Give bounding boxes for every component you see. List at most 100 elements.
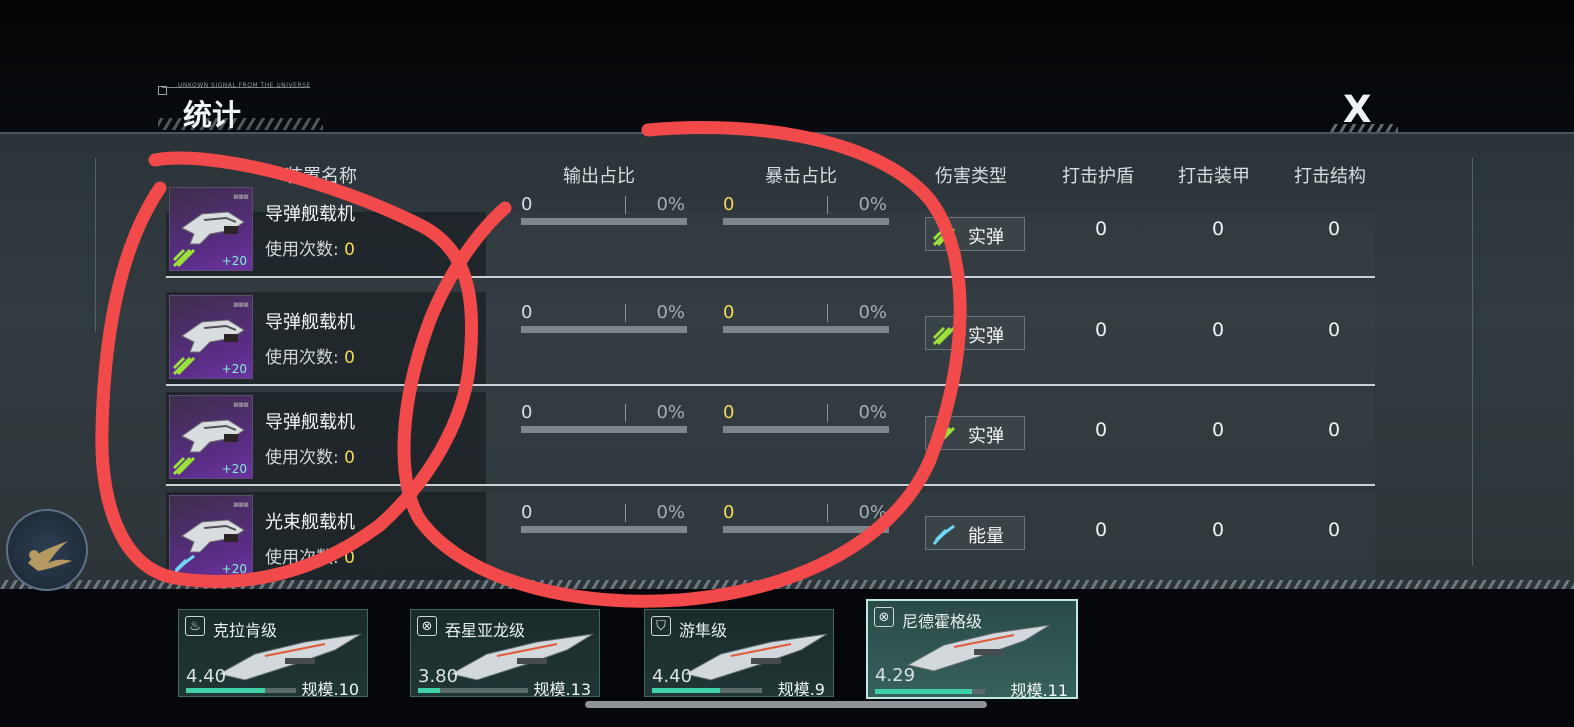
row-divider	[166, 484, 1375, 486]
col-header-damage-type: 伤害类型	[935, 166, 1007, 187]
title-deco-text: UNKOWN SIGNAL FROM THE UNIVERSE	[178, 82, 311, 89]
col-header-device-name: 装置名称	[285, 166, 357, 187]
uses-label: 使用次数:	[265, 548, 339, 568]
ship-power-bar-fill	[186, 688, 266, 693]
ship-image	[904, 615, 1054, 675]
device-name: 导弹舰载机	[265, 412, 355, 433]
output-bar	[521, 526, 687, 533]
panel-bottom-stripe	[0, 580, 1574, 589]
uses-label: 使用次数:	[265, 240, 339, 260]
uses-count: 0	[344, 448, 355, 468]
crit-value: 0	[723, 194, 735, 215]
hit-shield-value: 0	[1094, 519, 1108, 541]
device-name: 光束舰载机	[265, 512, 355, 533]
ship-power-bar	[652, 688, 762, 693]
kinetic-icon	[172, 352, 196, 376]
output-percent: 0%	[656, 502, 685, 523]
uses-count: 0	[344, 240, 355, 260]
fleet-ship-card[interactable]: ⊗ 吞星亚龙级 3.80 规模.13	[410, 609, 600, 697]
upgrade-level: +20	[221, 562, 247, 576]
fleet-ship-card[interactable]: ♨ 克拉肯级 4.40 规模.10	[178, 609, 368, 697]
stat-separator	[625, 504, 626, 522]
kinetic-icon	[932, 422, 956, 446]
output-percent: 0%	[656, 302, 685, 323]
stat-separator	[625, 304, 626, 322]
output-value: 0	[521, 402, 533, 423]
ship-scale: 规模.13	[533, 680, 591, 697]
table-row[interactable]: ▪▪▪ +20 导弹舰载机 使用次数: 0 0 0% 0 0% 实弹 0 0 0	[166, 392, 1375, 486]
fighter-ship-icon	[180, 508, 246, 558]
device-uses: 使用次数: 0	[265, 343, 355, 368]
kinetic-icon	[172, 244, 196, 268]
fighter-ship-icon	[180, 408, 246, 458]
fleet-ship-card[interactable]: ⛉ 游隼级 4.40 规模.9	[644, 609, 834, 697]
uses-count: 0	[344, 548, 355, 568]
stat-separator	[827, 304, 828, 322]
col-header-hit-armor: 打击装甲	[1178, 166, 1250, 187]
ship-power-bar	[418, 688, 528, 693]
close-button[interactable]: X	[1330, 88, 1398, 134]
crit-percent: 0%	[858, 502, 887, 523]
upgrade-level: +20	[221, 462, 247, 476]
crit-bar	[723, 526, 889, 533]
table-row[interactable]: ▪▪▪ +20 导弹舰载机 使用次数: 0 0 0% 0 0% 实弹 0 0 0	[166, 292, 1375, 386]
fighter-ship-icon	[180, 308, 246, 358]
hit-armor-value: 0	[1211, 519, 1225, 541]
cruiser-icon: ♨	[185, 616, 205, 636]
col-header-crit-ratio: 暴击占比	[765, 166, 837, 187]
fleet-ship-card[interactable]: ⊗ 尼德霍格级 4.29 规模.11	[866, 599, 1078, 699]
upgrade-level: +20	[221, 362, 247, 376]
energy-icon	[172, 552, 195, 576]
uses-count: 0	[344, 348, 355, 368]
crit-ratio-stat: 0 0%	[723, 402, 889, 438]
crit-value: 0	[723, 502, 735, 523]
device-uses: 使用次数: 0	[265, 443, 355, 468]
upgrade-level: +20	[221, 254, 247, 268]
home-indicator	[585, 701, 987, 708]
crit-value: 0	[723, 302, 735, 323]
panel-frame-left	[95, 158, 96, 333]
ship-power-bar	[875, 689, 985, 694]
damage-type-label: 实弹	[968, 426, 1004, 447]
faction-emblem-button[interactable]	[6, 509, 88, 591]
output-ratio-stat: 0 0%	[521, 194, 687, 230]
device-icon-card[interactable]: ▪▪▪ +20	[169, 295, 253, 379]
ship-power-bar	[186, 688, 296, 693]
device-icon-card[interactable]: ▪▪▪ +20	[169, 187, 253, 271]
output-value: 0	[521, 194, 533, 215]
table-row[interactable]: ▪▪▪ +20 导弹舰载机 使用次数: 0 0 0% 0 0% 实弹 0 0 0	[166, 187, 1375, 278]
stat-separator	[827, 504, 828, 522]
uses-label: 使用次数:	[265, 448, 339, 468]
crit-percent: 0%	[858, 302, 887, 323]
carrier-icon: ⊗	[417, 616, 437, 636]
damage-type-badge[interactable]: 实弹	[925, 416, 1025, 450]
device-uses: 使用次数: 0	[265, 235, 355, 260]
output-percent: 0%	[656, 402, 685, 423]
output-value: 0	[521, 302, 533, 323]
damage-type-badge[interactable]: 实弹	[925, 316, 1025, 350]
close-deco-stripe	[1330, 124, 1398, 132]
damage-type-badge[interactable]: 能量	[925, 516, 1025, 550]
hit-structure-value: 0	[1327, 319, 1341, 341]
stat-separator	[827, 404, 828, 422]
crit-ratio-stat: 0 0%	[723, 502, 889, 538]
col-header-output-ratio: 输出占比	[563, 166, 635, 187]
carrier-icon: ⊗	[874, 607, 894, 627]
energy-icon	[932, 522, 956, 546]
row-divider	[166, 384, 1375, 386]
ship-power: 4.40	[652, 666, 693, 687]
crit-bar	[723, 218, 889, 225]
damage-type-badge[interactable]: 实弹	[925, 217, 1025, 251]
crit-ratio-stat: 0 0%	[723, 302, 889, 338]
ship-scale: 规模.9	[777, 680, 825, 697]
kinetic-icon	[932, 322, 956, 346]
output-bar	[521, 326, 687, 333]
col-header-hit-structure: 打击结构	[1294, 166, 1366, 187]
uses-label: 使用次数:	[265, 348, 339, 368]
device-icon-card[interactable]: ▪▪▪ +20	[169, 495, 253, 579]
stat-separator	[827, 196, 828, 214]
device-icon-card[interactable]: ▪▪▪ +20	[169, 395, 253, 479]
table-row[interactable]: ▪▪▪ +20 光束舰载机 使用次数: 0 0 0% 0 0% 能量 0 0 0	[166, 492, 1375, 586]
page-title: 统计	[183, 98, 242, 132]
ship-image	[447, 624, 597, 684]
